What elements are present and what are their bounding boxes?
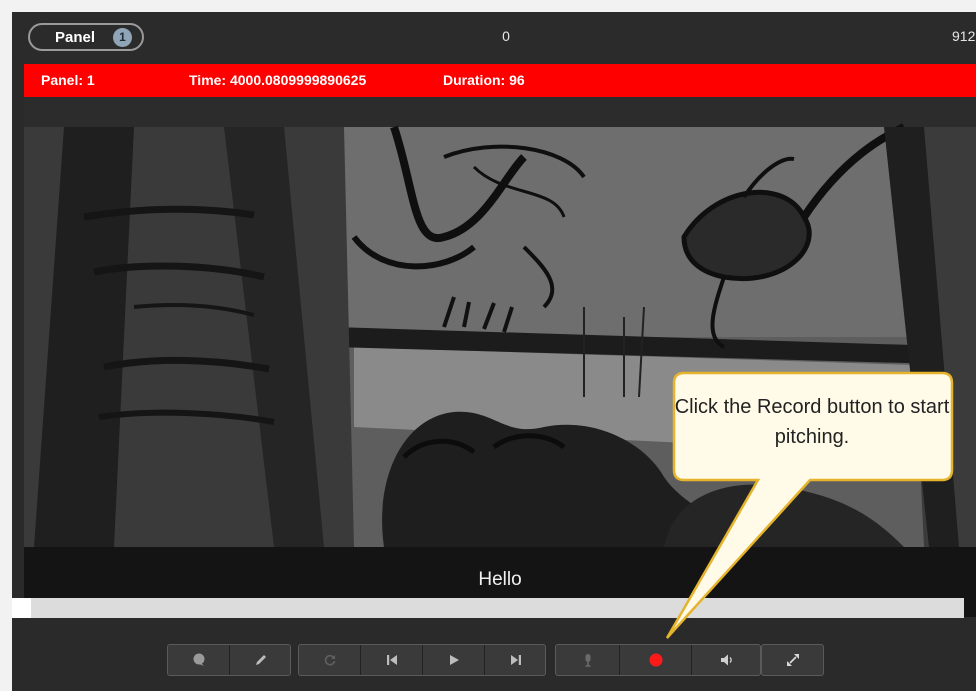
volume-icon [720,654,732,666]
previous-panel-button[interactable] [360,645,423,675]
tutorial-callout-text: Click the Record button to start pitchin… [674,396,950,448]
panel-count-badge: 1 [113,28,132,47]
next-panel-button[interactable] [484,645,546,675]
duration-text: Duration: 96 [443,72,525,88]
record-button[interactable] [619,645,692,675]
pencil-icon [255,655,266,665]
panel-selector-label: Panel [55,29,96,46]
loop-icon [324,654,335,666]
volume-button[interactable] [691,645,761,675]
frame-counter: 0 [502,28,510,44]
storyboard-player-app: Panel 1 0 912 Panel: 1 Time: 4000.080999… [0,0,976,691]
transport-group [298,644,546,676]
annotation-tools-group [167,644,291,676]
fullscreen-group [761,644,824,676]
panel-viewport: Hello [24,97,976,617]
total-frames-counter: 912 [952,28,976,44]
skip-back-icon [387,655,397,665]
play-icon [450,655,459,665]
panel-selector-button[interactable]: Panel 1 [28,23,144,51]
fullscreen-button[interactable] [762,645,823,675]
comment-icon [193,653,204,666]
microphone-icon [585,654,590,667]
player-frame: Panel 1 0 912 Panel: 1 Time: 4000.080999… [12,12,976,691]
fullscreen-icon [786,654,799,666]
recording-group [555,644,761,676]
record-icon [649,653,663,667]
play-button[interactable] [422,645,485,675]
timeline-progress-fill [12,598,31,618]
playback-controls [12,630,976,691]
panel-info-bar: Panel: 1 Time: 4000.0809999890625 Durati… [24,64,976,97]
microphone-button[interactable] [556,645,619,675]
subtitle-text: Hello [478,569,522,590]
time-text: Time: 4000.0809999890625 [189,72,367,88]
panel-number-text: Panel: 1 [41,72,95,88]
timeline-scrubber[interactable] [12,598,964,618]
top-bar: Panel 1 0 912 [12,12,976,62]
skip-forward-icon [510,655,521,665]
loop-button[interactable] [299,645,360,675]
storyboard-sketch-image [24,97,976,547]
comment-button[interactable] [168,645,229,675]
draw-button[interactable] [229,645,291,675]
